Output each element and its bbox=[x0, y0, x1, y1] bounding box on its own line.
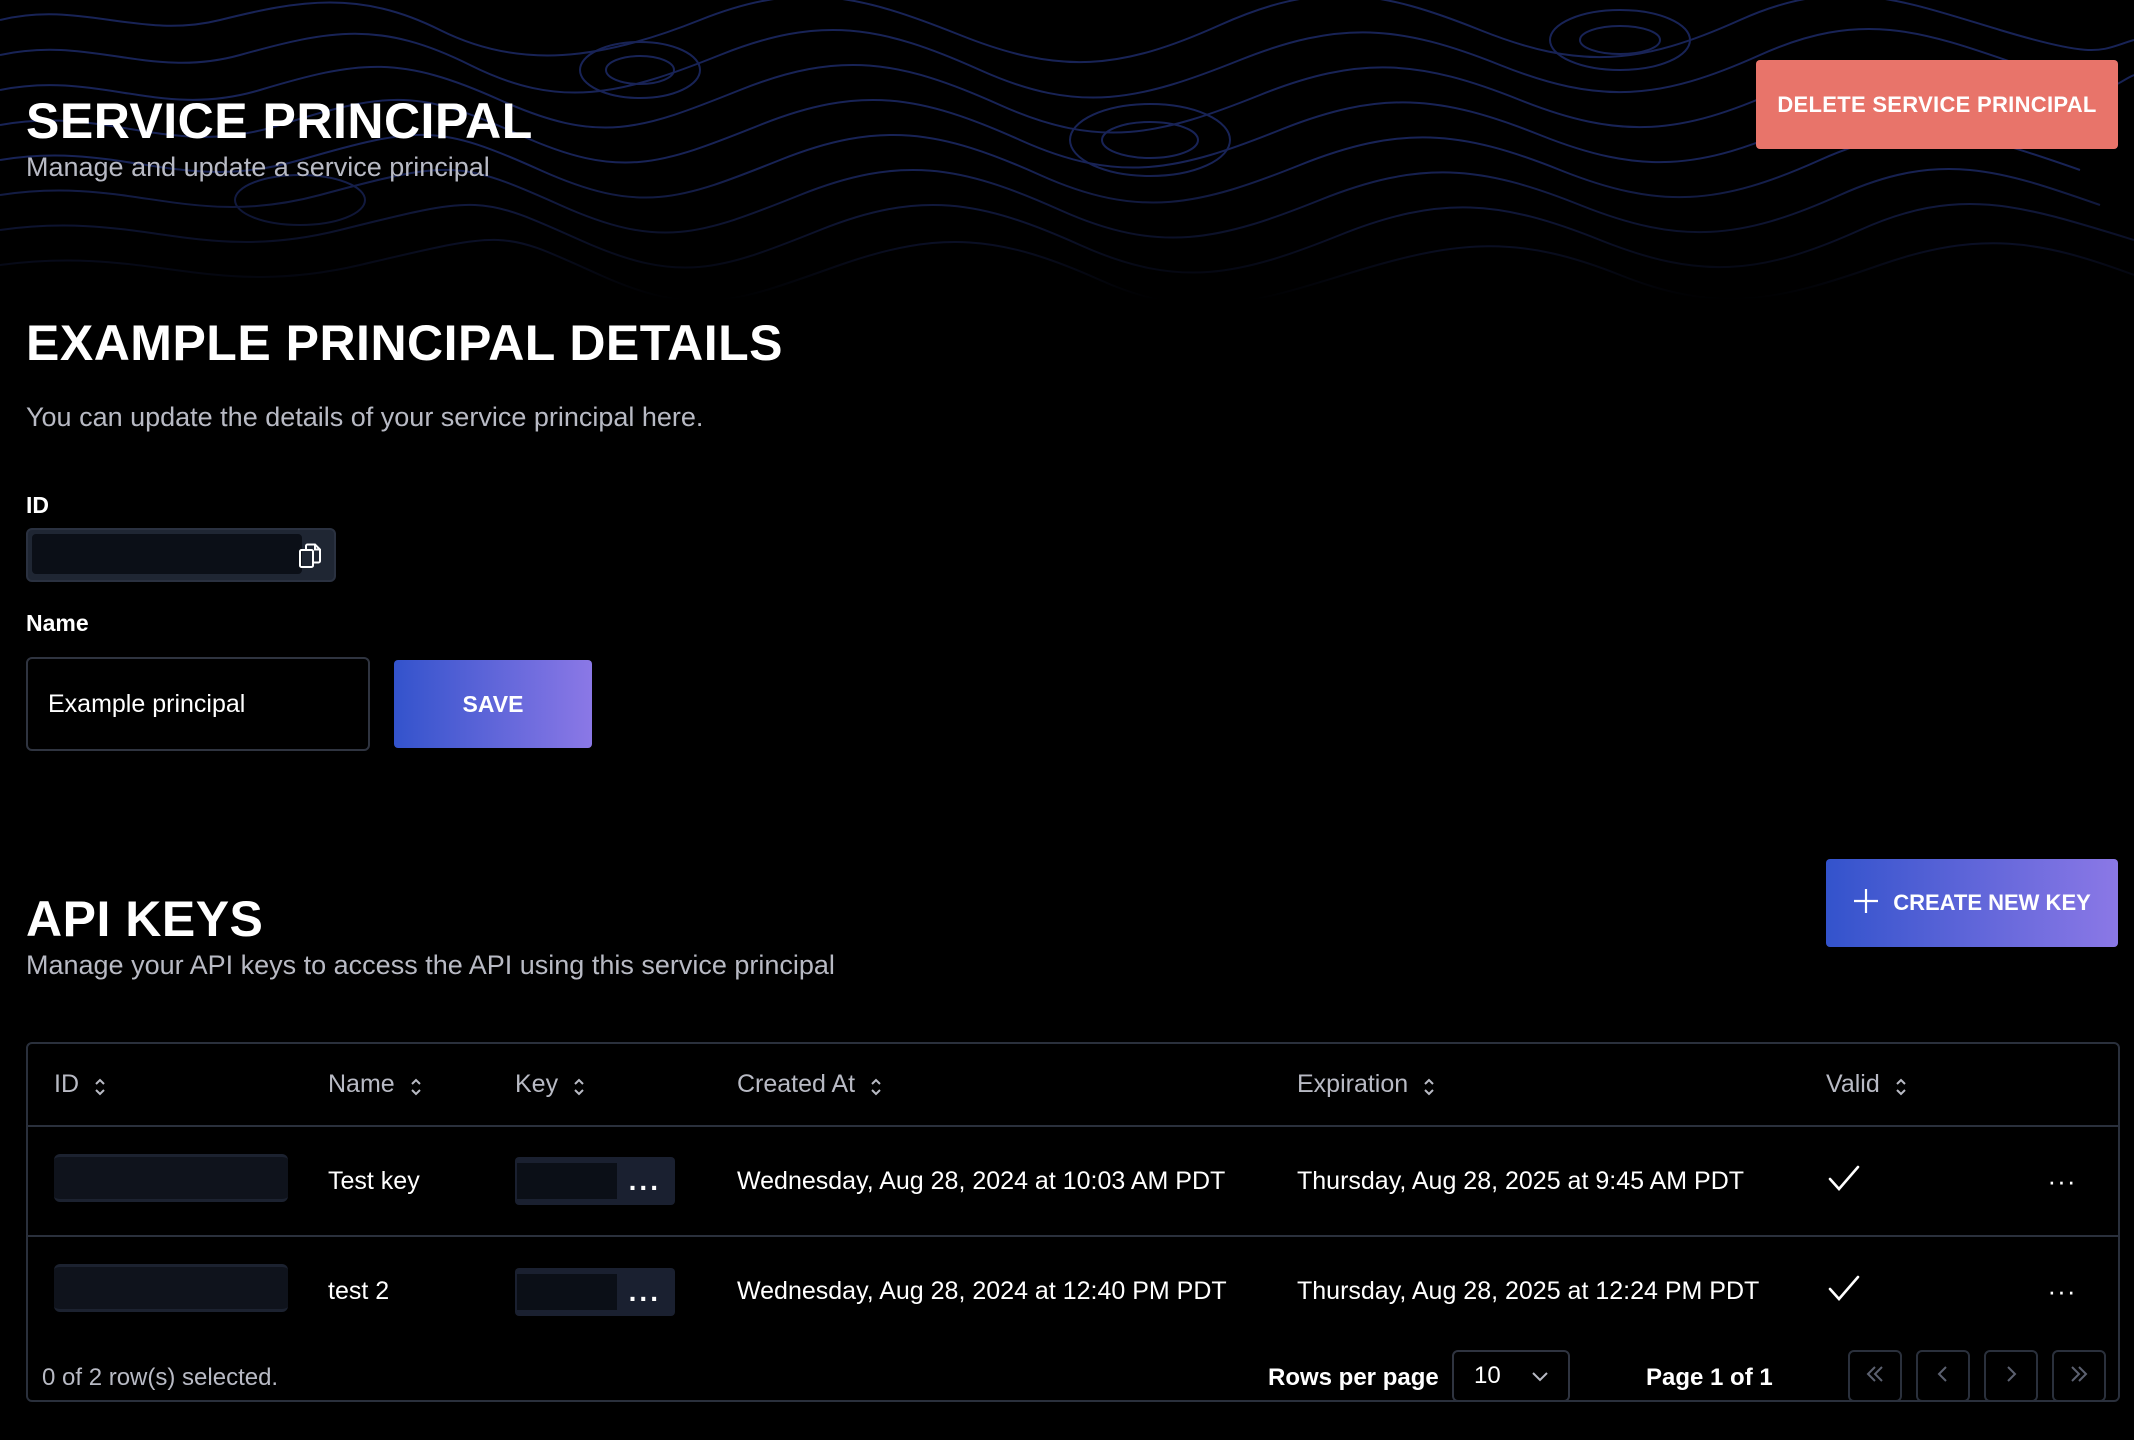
create-new-key-label: CREATE NEW KEY bbox=[1893, 890, 2091, 915]
more-icon[interactable]: ··· bbox=[2048, 1166, 2077, 1196]
key-created-at: Wednesday, Aug 28, 2024 at 10:03 AM PDT bbox=[737, 1126, 1297, 1237]
key-expiration: Thursday, Aug 28, 2025 at 9:45 AM PDT bbox=[1297, 1126, 1826, 1237]
sort-icon bbox=[572, 1075, 586, 1095]
page-indicator: Page 1 of 1 bbox=[1646, 1364, 1773, 1391]
rows-per-page-label: Rows per page bbox=[1268, 1364, 1439, 1391]
name-label: Name bbox=[26, 610, 89, 636]
id-value-redacted bbox=[32, 534, 302, 574]
delete-service-principal-button[interactable]: DELETE SERVICE PRINCIPAL bbox=[1756, 60, 2118, 149]
sort-icon bbox=[93, 1075, 107, 1095]
key-id-redacted bbox=[54, 1264, 288, 1312]
sort-icon bbox=[869, 1075, 883, 1095]
key-name: test 2 bbox=[328, 1277, 390, 1305]
page-title: SERVICE PRINCIPAL bbox=[26, 93, 533, 149]
sort-icon bbox=[1422, 1075, 1436, 1095]
create-new-key-button[interactable]: CREATE NEW KEY bbox=[1826, 859, 2118, 947]
key-id-redacted bbox=[54, 1153, 288, 1202]
check-icon bbox=[1826, 1275, 1862, 1309]
table-footer: 0 of 2 row(s) selected. Rows per page 10… bbox=[28, 1350, 2118, 1400]
chevrons-right-icon bbox=[2068, 1363, 2090, 1390]
last-page-button[interactable] bbox=[2052, 1350, 2106, 1400]
column-header-actions bbox=[2026, 1044, 2118, 1127]
key-created-at: Wednesday, Aug 28, 2024 at 12:40 PM PDT bbox=[737, 1277, 1227, 1305]
more-icon[interactable]: ··· bbox=[2048, 1276, 2077, 1306]
column-header-expiration[interactable]: Expiration bbox=[1297, 1044, 1826, 1127]
copy-icon[interactable] bbox=[298, 543, 322, 569]
table-header-row: ID Name Key Created At Expiration Valid bbox=[28, 1044, 2118, 1127]
chevrons-left-icon bbox=[1864, 1363, 1886, 1390]
api-keys-title: API KEYS bbox=[26, 891, 264, 947]
first-page-button[interactable] bbox=[1848, 1350, 1902, 1400]
chevron-right-icon bbox=[2000, 1363, 2022, 1390]
key-expiration: Thursday, Aug 28, 2025 at 12:24 PM PDT bbox=[1297, 1277, 1760, 1305]
selection-status: 0 of 2 row(s) selected. bbox=[42, 1364, 279, 1391]
page-subtitle: Manage and update a service principal bbox=[26, 152, 490, 182]
key-value-masked[interactable]: ... bbox=[515, 1157, 675, 1205]
api-keys-description: Manage your API keys to access the API u… bbox=[26, 950, 835, 980]
plus-icon bbox=[1853, 886, 1879, 920]
column-header-name[interactable]: Name bbox=[328, 1044, 515, 1127]
details-title: EXAMPLE PRINCIPAL DETAILS bbox=[26, 315, 784, 371]
table-row[interactable]: test 2 ... Wednesday, Aug 28, 2024 at 12… bbox=[28, 1236, 2118, 1346]
header-fade bbox=[0, 0, 2134, 300]
chevron-left-icon bbox=[1932, 1363, 1954, 1390]
name-input[interactable] bbox=[26, 657, 370, 751]
column-header-valid[interactable]: Valid bbox=[1826, 1044, 2026, 1127]
save-button[interactable]: SAVE bbox=[394, 660, 592, 748]
sort-icon bbox=[409, 1075, 423, 1095]
key-name: Test key bbox=[328, 1126, 515, 1237]
column-header-created-at[interactable]: Created At bbox=[737, 1044, 1297, 1127]
chevron-down-icon bbox=[1531, 1362, 1549, 1390]
column-header-key[interactable]: Key bbox=[515, 1044, 737, 1127]
api-keys-table: ID Name Key Created At Expiration Valid bbox=[26, 1042, 2120, 1402]
id-label: ID bbox=[26, 492, 49, 518]
previous-page-button[interactable] bbox=[1916, 1350, 1970, 1400]
check-icon bbox=[1826, 1165, 1862, 1199]
column-header-id[interactable]: ID bbox=[28, 1044, 328, 1127]
sort-icon bbox=[1894, 1075, 1908, 1095]
rows-per-page-value: 10 bbox=[1474, 1362, 1501, 1389]
id-field bbox=[26, 528, 336, 582]
key-value-masked[interactable]: ... bbox=[515, 1267, 675, 1316]
next-page-button[interactable] bbox=[1984, 1350, 2038, 1400]
rows-per-page-select[interactable]: 10 bbox=[1452, 1350, 1570, 1400]
table-row[interactable]: Test key ... Wednesday, Aug 28, 2024 at … bbox=[28, 1126, 2118, 1237]
page-header: SERVICE PRINCIPAL Manage and update a se… bbox=[0, 0, 2134, 300]
details-description: You can update the details of your servi… bbox=[26, 402, 704, 432]
